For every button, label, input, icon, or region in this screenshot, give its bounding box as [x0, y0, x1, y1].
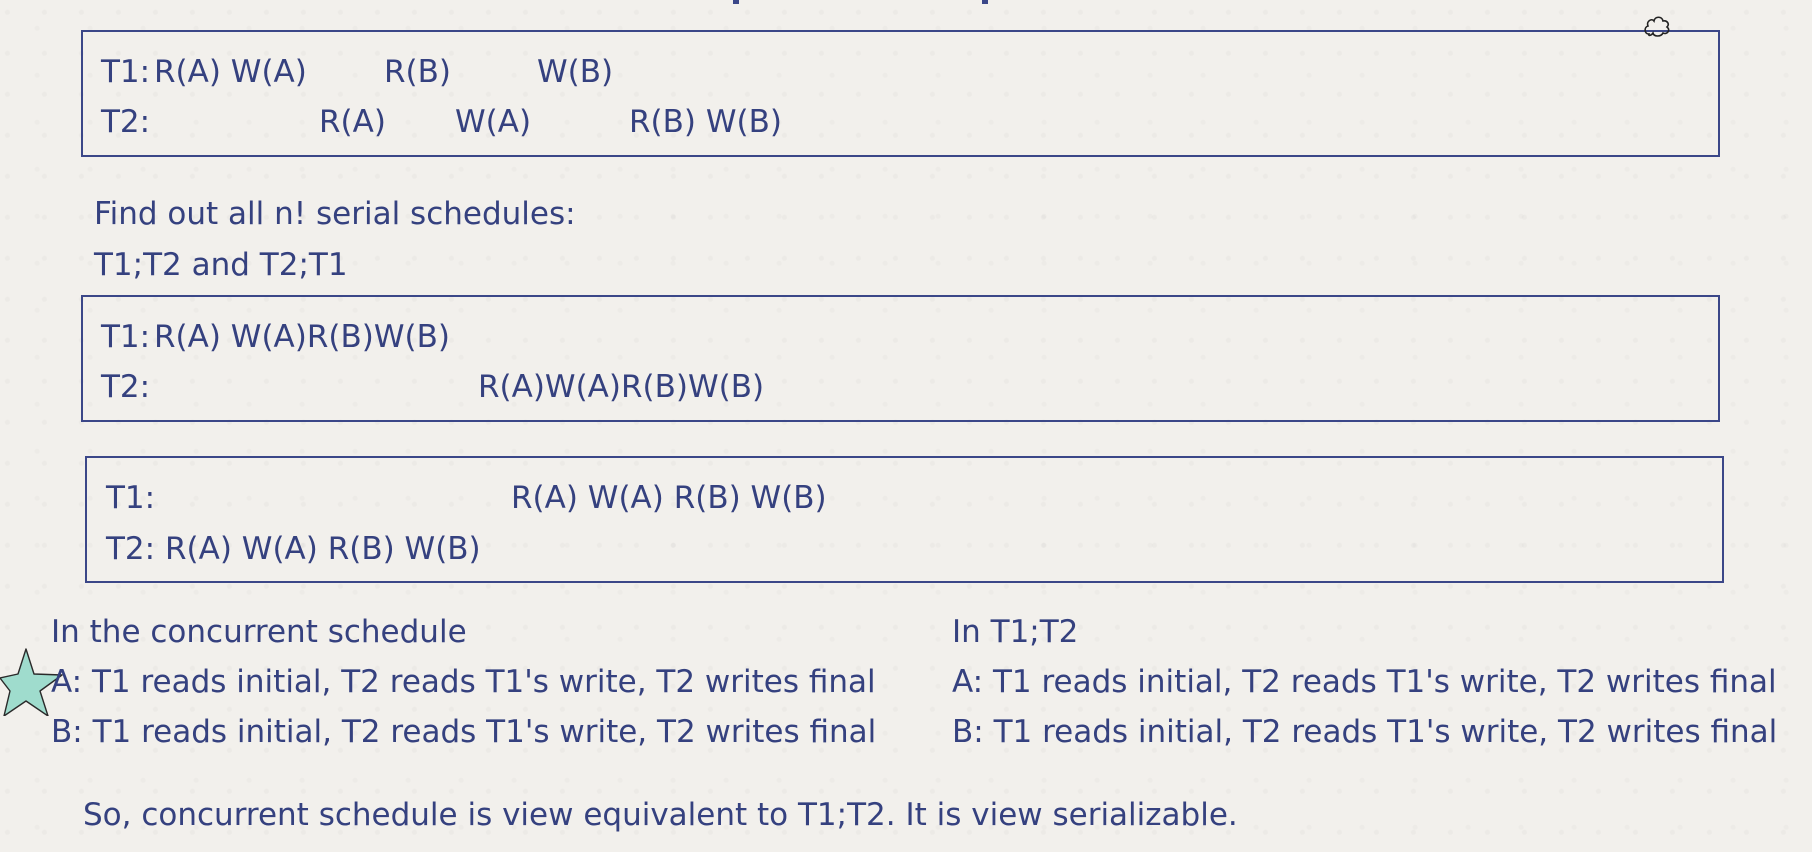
concurrent-b-line: B: T1 reads initial, T2 reads T1's write… [51, 714, 877, 750]
box3-t1-ops: R(A) W(A) R(B) W(B) [511, 480, 827, 516]
box1-t2-op: R(B) W(B) [629, 104, 782, 140]
box1-t2-op: W(A) [455, 104, 532, 140]
cloud-icon [1644, 16, 1670, 37]
box3-t2-label: T2: [106, 531, 156, 567]
box2-t1-label: T1: [101, 319, 151, 355]
serial-heading: In T1;T2 [952, 614, 1079, 650]
box1-t1-op: R(A) W(A) [154, 54, 307, 90]
box2-t2-ops: R(A)W(A)R(B)W(B) [478, 369, 765, 405]
box1-t1-op: R(B) [384, 54, 451, 90]
box3-t2-ops: R(A) W(A) R(B) W(B) [165, 531, 481, 567]
box1-t1-op: W(B) [537, 54, 614, 90]
conclusion-text: So, concurrent schedule is view equivale… [83, 797, 1238, 833]
box1-t1-label: T1: [101, 54, 151, 90]
box3-t1-label: T1: [106, 480, 156, 516]
serial-b-line: B: T1 reads initial, T2 reads T1's write… [952, 714, 1778, 750]
serial-a-line: A: T1 reads initial, T2 reads T1's write… [952, 664, 1777, 700]
intro-line-1: Find out all n! serial schedules: [94, 196, 576, 232]
box2-t2-label: T2: [101, 369, 151, 405]
serial-schedule-t1-t2-box [81, 295, 1720, 422]
concurrent-heading: In the concurrent schedule [51, 614, 467, 650]
box1-t2-op: R(A) [319, 104, 386, 140]
box2-t1-ops: R(A) W(A)R(B)W(B) [154, 319, 450, 355]
box1-t2-label: T2: [101, 104, 151, 140]
concurrent-a-line: A: T1 reads initial, T2 reads T1's write… [51, 664, 876, 700]
intro-line-2: T1;T2 and T2;T1 [94, 247, 348, 283]
top-edge-marks [733, 0, 988, 4]
